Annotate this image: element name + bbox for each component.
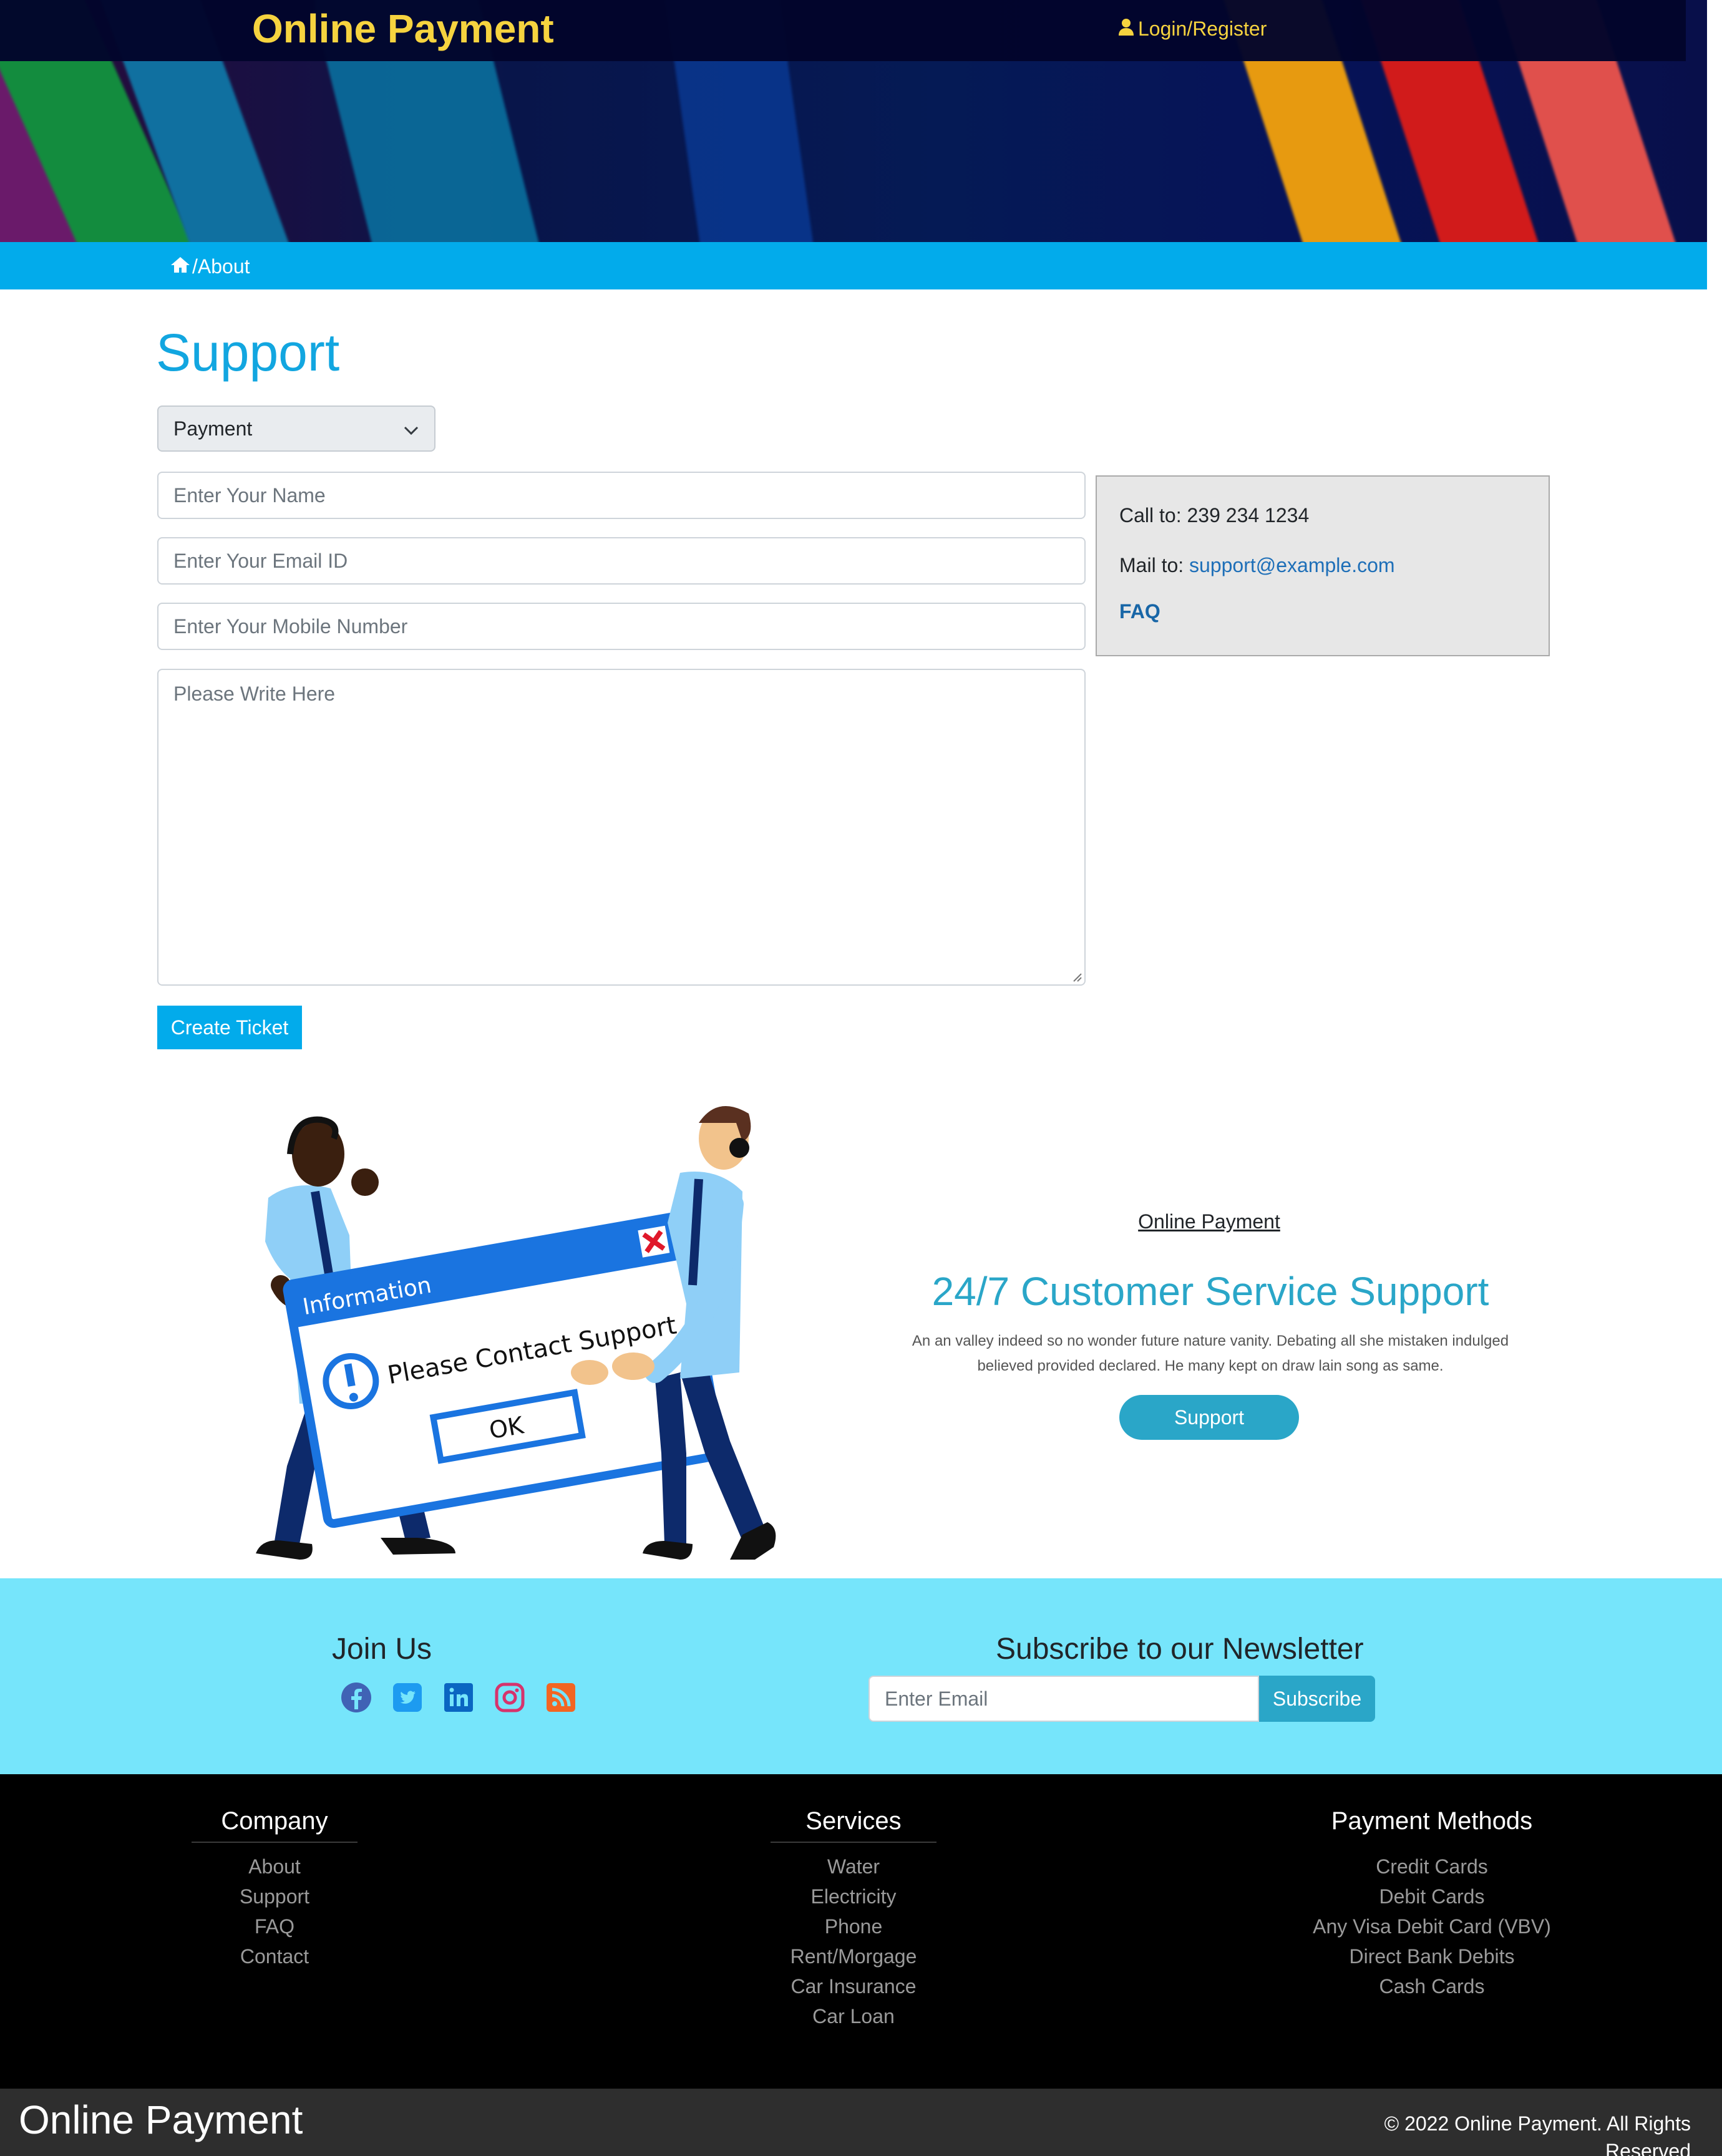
resize-grip-icon[interactable] bbox=[1071, 971, 1082, 982]
footer-divider bbox=[771, 1842, 936, 1843]
call-info: Call to: 239 234 1234 bbox=[1119, 504, 1310, 527]
footer-divider bbox=[192, 1842, 358, 1843]
footer-link[interactable]: FAQ bbox=[187, 1911, 362, 1941]
join-us-title: Join Us bbox=[332, 1633, 432, 1666]
chevron-down-icon bbox=[403, 417, 419, 440]
breadcrumb: /About bbox=[170, 253, 250, 280]
footer-link[interactable]: Cash Cards bbox=[1298, 1971, 1566, 2001]
footer-link[interactable]: Any Visa Debit Card (VBV) bbox=[1298, 1911, 1566, 1941]
promo-kicker-link[interactable]: Online Payment bbox=[1123, 1208, 1295, 1235]
promo-title: 24/7 Customer Service Support bbox=[932, 1269, 1489, 1314]
create-ticket-button[interactable]: Create Ticket bbox=[157, 1006, 302, 1049]
footer-link[interactable]: Phone bbox=[761, 1911, 946, 1941]
support-illustration: Information Please Contact Support OK bbox=[256, 1106, 776, 1560]
email-placeholder: Enter Your Email ID bbox=[173, 549, 348, 572]
brand-logo[interactable]: Online Payment bbox=[252, 4, 554, 54]
footer-link[interactable]: Credit Cards bbox=[1298, 1852, 1566, 1882]
footer-link[interactable]: About bbox=[187, 1852, 362, 1882]
footer-brand[interactable]: Online Payment bbox=[19, 2094, 303, 2146]
breadcrumb-bar bbox=[0, 242, 1707, 289]
footer-link[interactable]: Electricity bbox=[761, 1882, 946, 1911]
footer-services-column: Services Water Electricity Phone Rent/Mo… bbox=[761, 1804, 946, 2031]
support-email-link[interactable]: support@example.com bbox=[1189, 554, 1395, 576]
footer-payment-column: Payment Methods Credit Cards Debit Cards… bbox=[1298, 1804, 1566, 2001]
newsletter-email-input[interactable]: Enter Email bbox=[868, 1676, 1259, 1722]
message-textarea[interactable]: Please Write Here bbox=[157, 669, 1086, 986]
footer-company-column: Company About Support FAQ Contact bbox=[187, 1804, 362, 1971]
faq-link[interactable]: FAQ bbox=[1119, 598, 1160, 625]
name-placeholder: Enter Your Name bbox=[173, 483, 326, 507]
footer-link[interactable]: Car Insurance bbox=[761, 1971, 946, 2001]
login-register-label: Login/Register bbox=[1138, 17, 1267, 40]
email-input[interactable]: Enter Your Email ID bbox=[157, 537, 1086, 585]
category-selected-value: Payment bbox=[173, 417, 253, 440]
footer-column-title: Company bbox=[221, 1807, 328, 1835]
footer-column-title: Services bbox=[805, 1807, 902, 1835]
promo-text: An an valley indeed so no wonder future … bbox=[912, 1333, 1509, 1374]
newsletter-title: Subscribe to our Newsletter bbox=[996, 1633, 1364, 1666]
footer-link[interactable]: Car Loan bbox=[761, 2001, 946, 2031]
copyright-text: © 2022 Online Payment. All Rights Reserv… bbox=[1384, 2112, 1691, 2156]
footer-column-title: Payment Methods bbox=[1331, 1807, 1533, 1835]
twitter-icon[interactable] bbox=[391, 1681, 424, 1714]
newsletter-placeholder: Enter Email bbox=[885, 1687, 988, 1710]
social-links bbox=[339, 1681, 578, 1714]
footer-link[interactable]: Contact bbox=[187, 1941, 362, 1971]
breadcrumb-current[interactable]: /About bbox=[192, 253, 250, 280]
support-button[interactable]: Support bbox=[1119, 1395, 1299, 1440]
user-icon bbox=[1118, 15, 1134, 42]
footer-link[interactable]: Debit Cards bbox=[1298, 1882, 1566, 1911]
mobile-input[interactable]: Enter Your Mobile Number bbox=[157, 603, 1086, 650]
footer-link[interactable]: Direct Bank Debits bbox=[1298, 1941, 1566, 1971]
name-input[interactable]: Enter Your Name bbox=[157, 472, 1086, 519]
facebook-icon[interactable] bbox=[339, 1681, 373, 1714]
login-register-link[interactable]: Login/Register bbox=[1118, 15, 1267, 42]
rss-icon[interactable] bbox=[544, 1681, 578, 1714]
mail-prefix: Mail to: bbox=[1119, 554, 1190, 576]
home-icon[interactable] bbox=[170, 253, 191, 280]
footer-link[interactable]: Water bbox=[761, 1852, 946, 1882]
subscribe-button[interactable]: Subscribe bbox=[1259, 1676, 1375, 1722]
instagram-icon[interactable] bbox=[493, 1681, 527, 1714]
footer-link[interactable]: Rent/Morgage bbox=[761, 1941, 946, 1971]
join-newsletter-band bbox=[0, 1578, 1722, 1774]
mobile-placeholder: Enter Your Mobile Number bbox=[173, 614, 408, 638]
message-placeholder: Please Write Here bbox=[173, 682, 336, 705]
footer-link[interactable]: Support bbox=[187, 1882, 362, 1911]
linkedin-icon[interactable] bbox=[442, 1681, 475, 1714]
page-title: Support bbox=[156, 323, 340, 382]
mail-info: Mail to: support@example.com bbox=[1119, 551, 1395, 579]
category-select[interactable]: Payment bbox=[157, 405, 435, 452]
